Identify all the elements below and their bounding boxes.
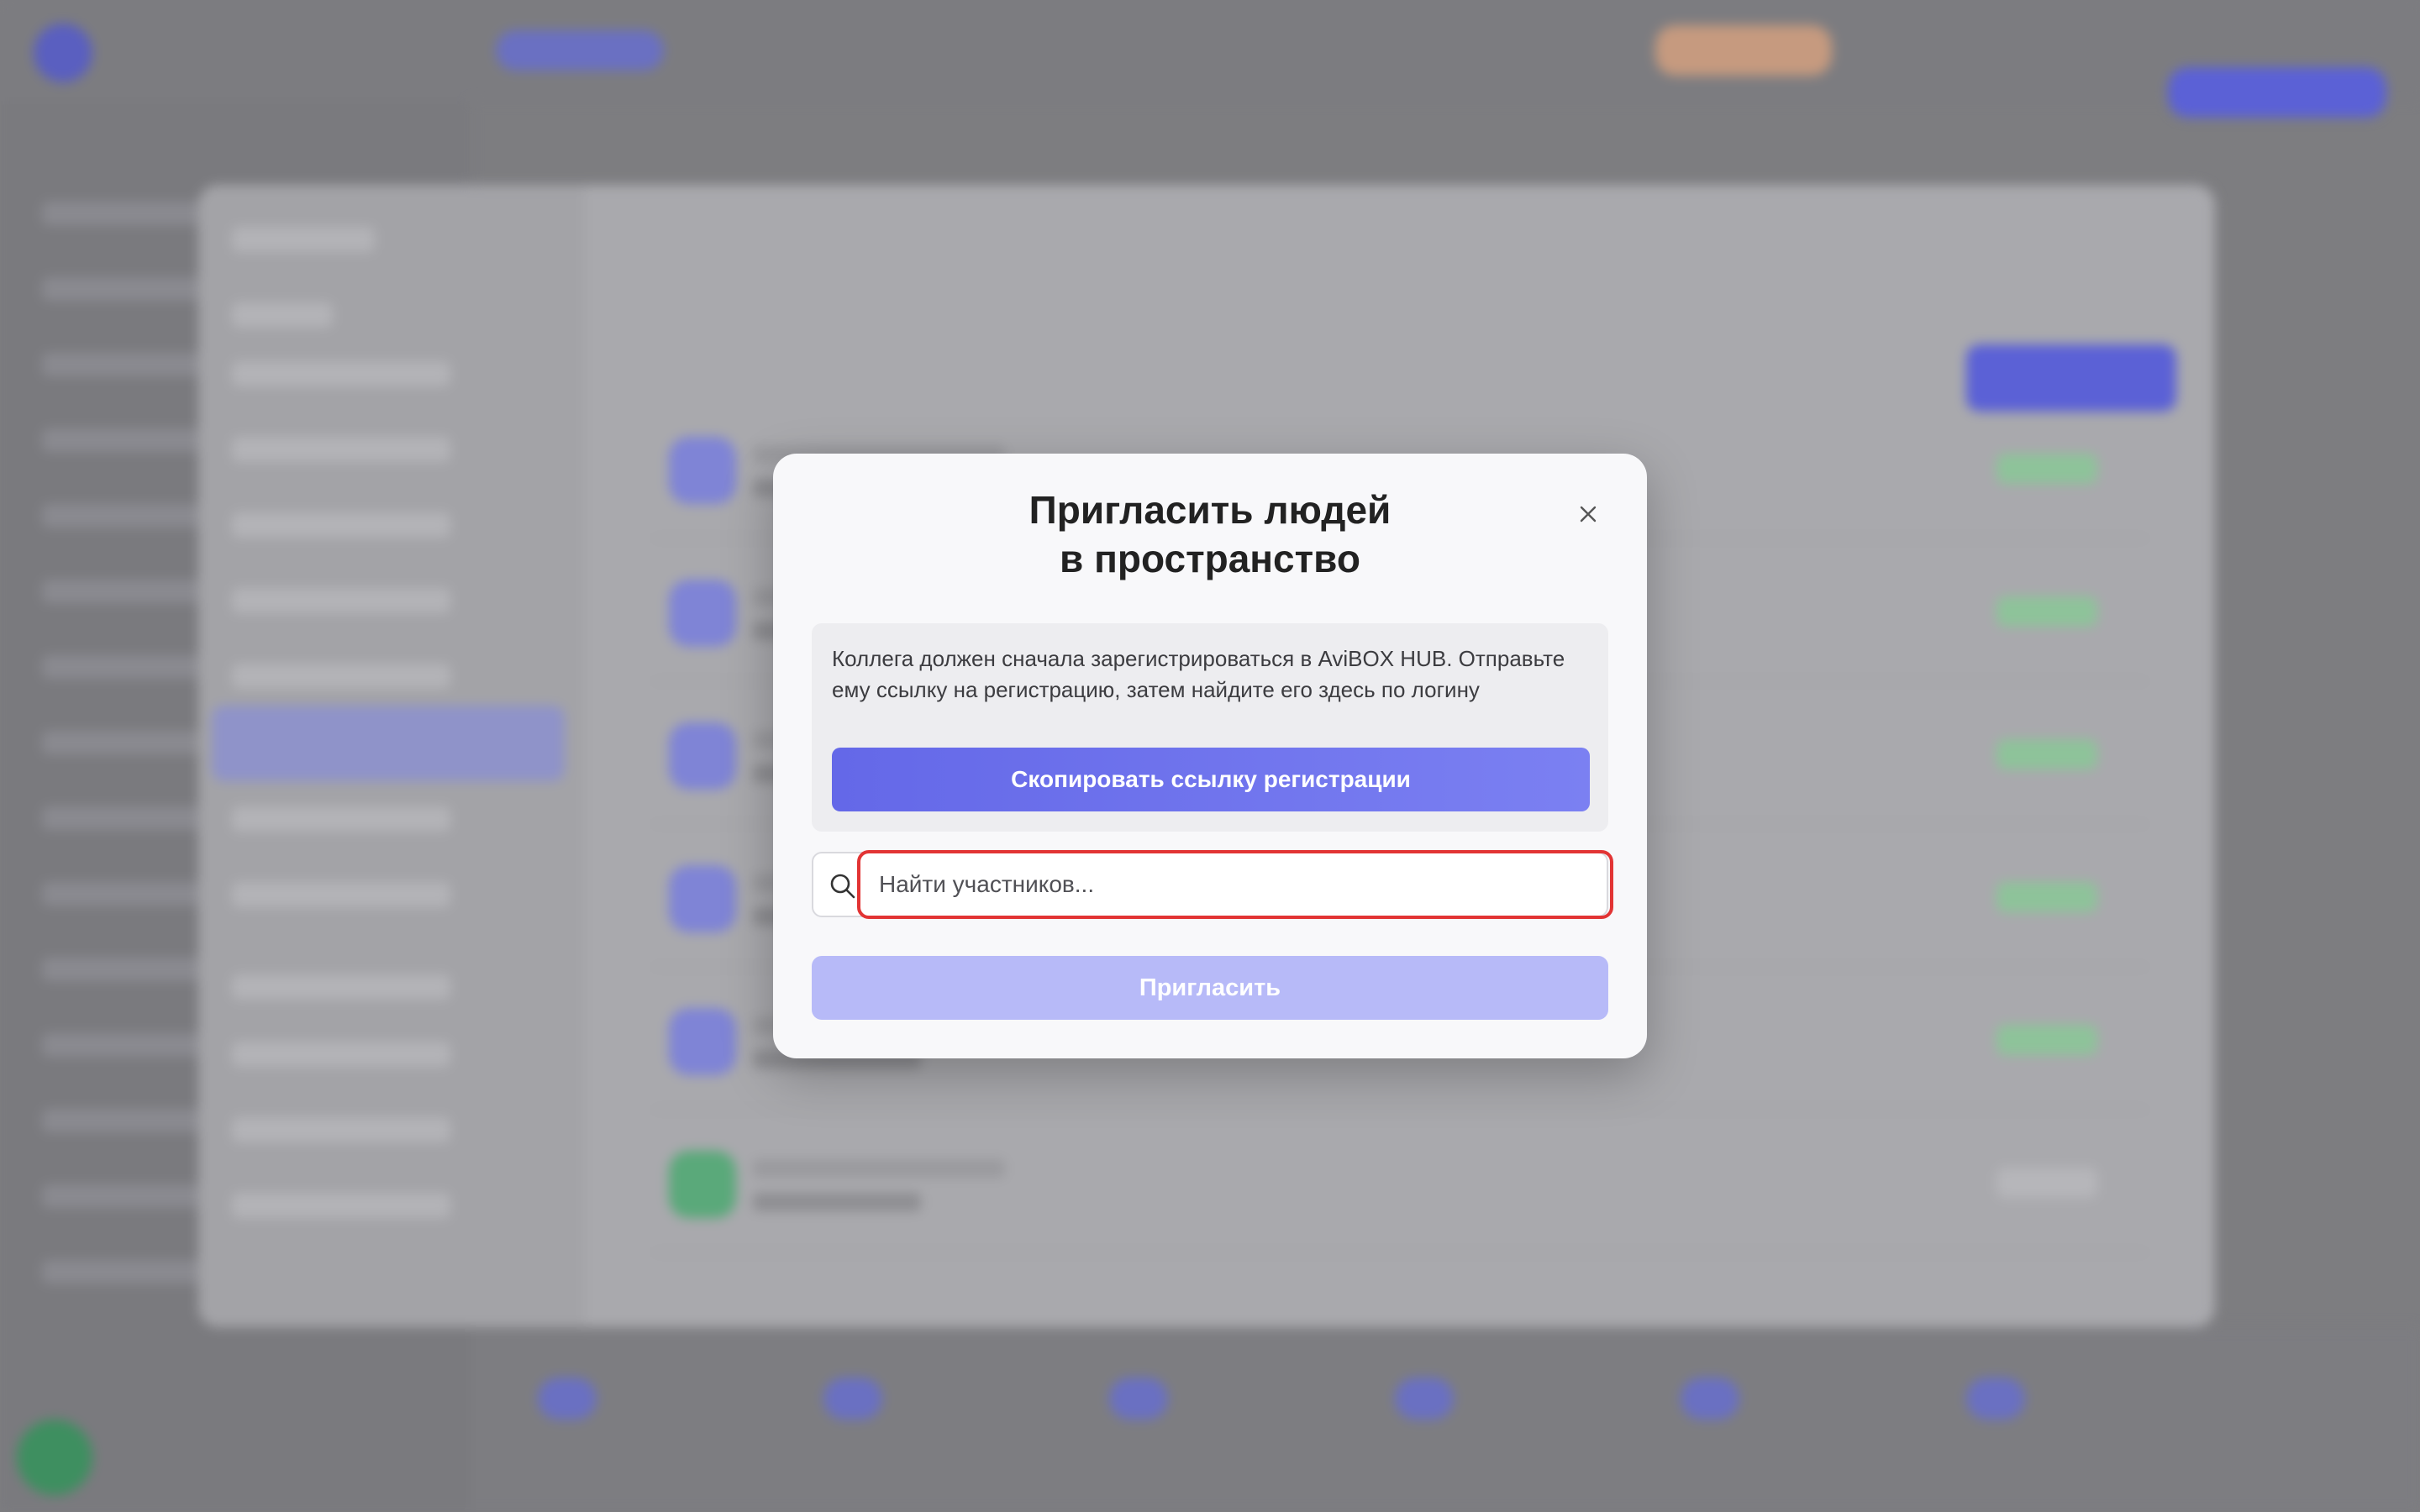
modal-title: Пригласить людей в пространство xyxy=(773,486,1647,583)
modal-title-line1: Пригласить людей xyxy=(1028,488,1392,532)
bottom-strip xyxy=(471,1327,2420,1512)
search-icon xyxy=(830,874,855,899)
top-bar xyxy=(0,0,2420,118)
search-field xyxy=(812,850,1613,919)
copy-registration-link-button[interactable]: Скопировать ссылку регистрации xyxy=(832,748,1590,811)
app-logo xyxy=(34,24,92,82)
top-tab xyxy=(496,30,664,71)
background-invite-button xyxy=(1966,344,2176,412)
invite-modal: Пригласить людей в пространство Коллега … xyxy=(773,454,1647,1058)
info-text: Коллега должен сначала зарегистрироватьс… xyxy=(832,646,1565,702)
invite-button[interactable]: Пригласить xyxy=(812,956,1608,1020)
user-avatar xyxy=(17,1420,92,1495)
settings-sidebar xyxy=(198,185,585,1327)
top-action-pill xyxy=(1655,25,1832,76)
close-button[interactable] xyxy=(1571,497,1605,531)
info-box: Коллега должен сначала зарегистрироватьс… xyxy=(812,623,1608,832)
close-icon xyxy=(1580,506,1597,522)
search-input[interactable] xyxy=(857,850,1613,919)
modal-title-line2: в пространство xyxy=(1060,537,1360,580)
top-primary-pill xyxy=(2168,67,2386,118)
